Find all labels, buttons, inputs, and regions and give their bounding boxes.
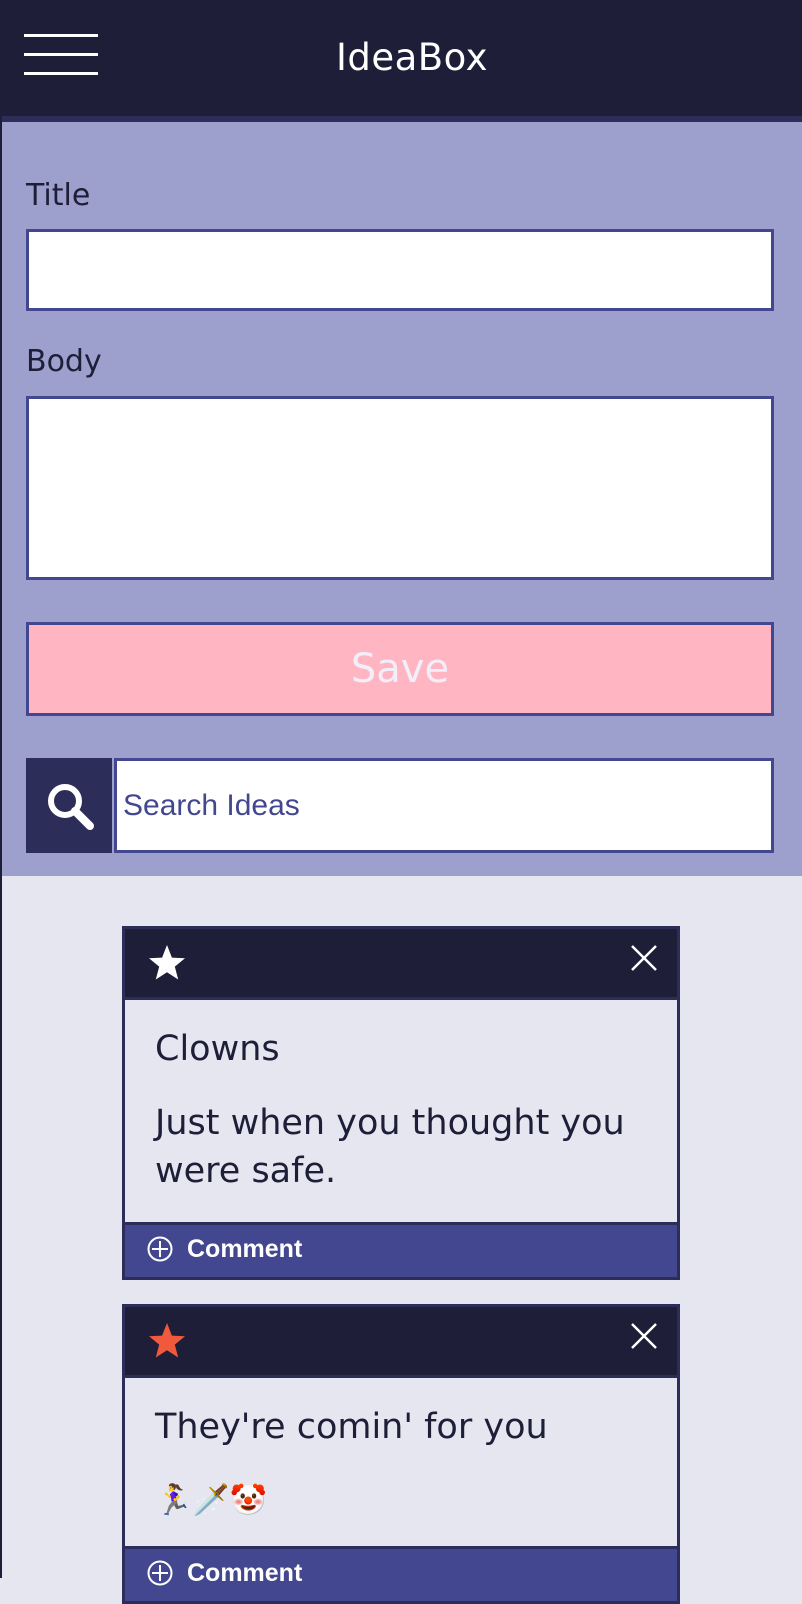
comment-label: Comment — [187, 1235, 303, 1263]
close-icon[interactable] — [631, 945, 657, 971]
search-input[interactable] — [114, 758, 774, 853]
app-title: IdeaBox — [335, 36, 489, 79]
close-icon[interactable] — [631, 1323, 657, 1349]
idea-title: Clowns — [155, 1029, 280, 1069]
plus-circle-icon — [147, 1560, 173, 1586]
star-icon[interactable] — [147, 1321, 187, 1361]
search-icon — [48, 784, 94, 830]
app-header: IdeaBox — [2, 0, 802, 122]
comment-button[interactable]: Comment — [125, 1546, 677, 1601]
idea-card: Clowns Just when you thought you were sa… — [122, 926, 680, 1280]
title-label: Title — [26, 178, 91, 213]
idea-card-header — [125, 929, 677, 1000]
save-button[interactable]: Save — [26, 622, 774, 716]
idea-body: 🏃‍♀️🗡️🤡 — [155, 1483, 268, 1518]
body-input[interactable] — [26, 396, 774, 580]
title-input[interactable] — [26, 229, 774, 311]
idea-body: Just when you thought you were safe. — [155, 1103, 625, 1191]
idea-card-header — [125, 1307, 677, 1378]
comment-button[interactable]: Comment — [125, 1222, 677, 1277]
idea-card: They're comin' for you 🏃‍♀️🗡️🤡 Comment — [122, 1304, 680, 1604]
idea-form: Title Body Save — [2, 122, 802, 876]
search-button[interactable] — [26, 758, 112, 853]
plus-circle-icon — [147, 1236, 173, 1262]
star-icon[interactable] — [147, 943, 187, 983]
idea-title: They're comin' for you — [155, 1407, 548, 1447]
comment-label: Comment — [187, 1559, 303, 1587]
body-label: Body — [26, 344, 102, 379]
